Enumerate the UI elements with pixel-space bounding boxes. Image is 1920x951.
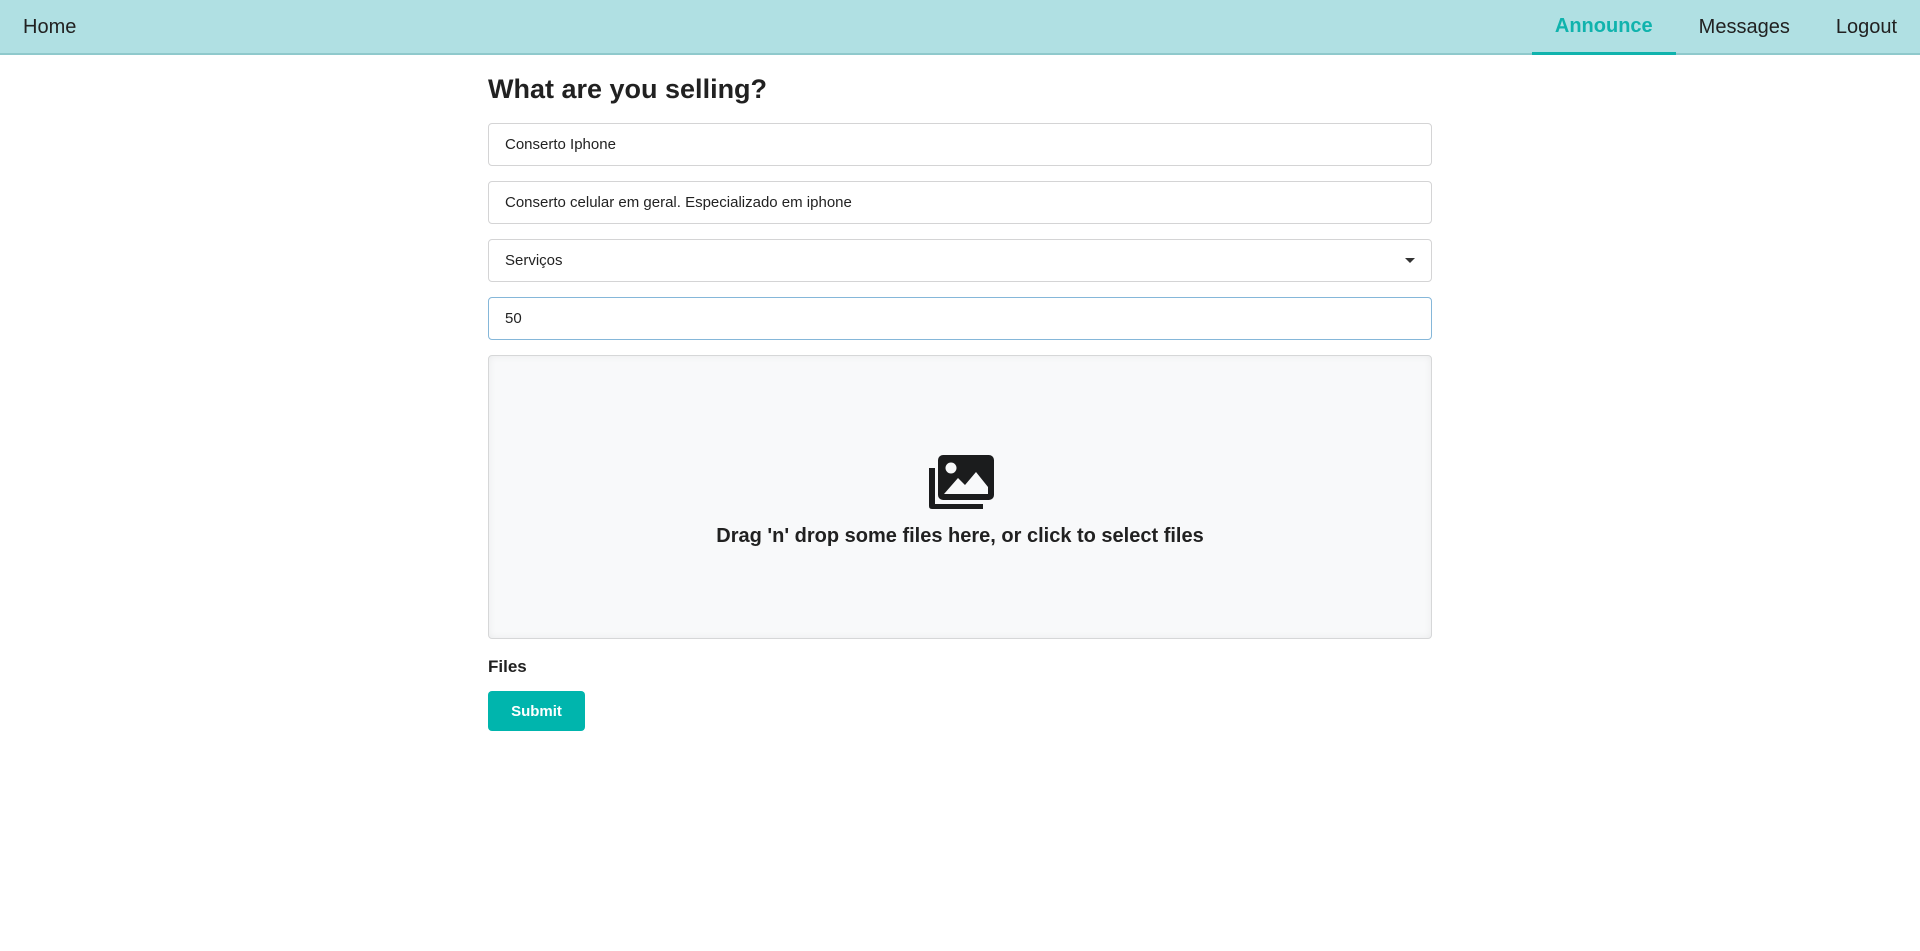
price-input[interactable]: 50: [488, 297, 1432, 340]
description-input[interactable]: Conserto celular em geral. Especializado…: [488, 181, 1432, 224]
announce-form: What are you selling? Conserto Iphone Co…: [488, 55, 1432, 731]
category-select[interactable]: Serviços: [488, 239, 1432, 282]
submit-button[interactable]: Submit: [488, 691, 585, 731]
nav-messages-link[interactable]: Messages: [1676, 0, 1813, 55]
nav-logout-link[interactable]: Logout: [1813, 0, 1920, 55]
nav-home-link[interactable]: Home: [23, 0, 76, 55]
top-navbar: Home Announce Messages Logout: [0, 0, 1920, 55]
dropdown-caret-icon: [1405, 258, 1415, 263]
nav-right-group: Announce Messages Logout: [1531, 0, 1920, 55]
nav-announce-link[interactable]: Announce: [1531, 0, 1676, 55]
title-input[interactable]: Conserto Iphone: [488, 123, 1432, 166]
price-input-value: 50: [505, 310, 522, 327]
page-title: What are you selling?: [488, 74, 768, 104]
file-dropzone[interactable]: Drag 'n' drop some files here, or click …: [488, 355, 1432, 639]
dropzone-text: Drag 'n' drop some files here, or click …: [716, 525, 1204, 547]
images-icon: [925, 454, 995, 515]
category-select-value: Serviços: [505, 252, 563, 269]
title-input-value: Conserto Iphone: [505, 136, 616, 153]
description-input-value: Conserto celular em geral. Especializado…: [505, 194, 852, 211]
files-label: Files: [488, 657, 527, 676]
